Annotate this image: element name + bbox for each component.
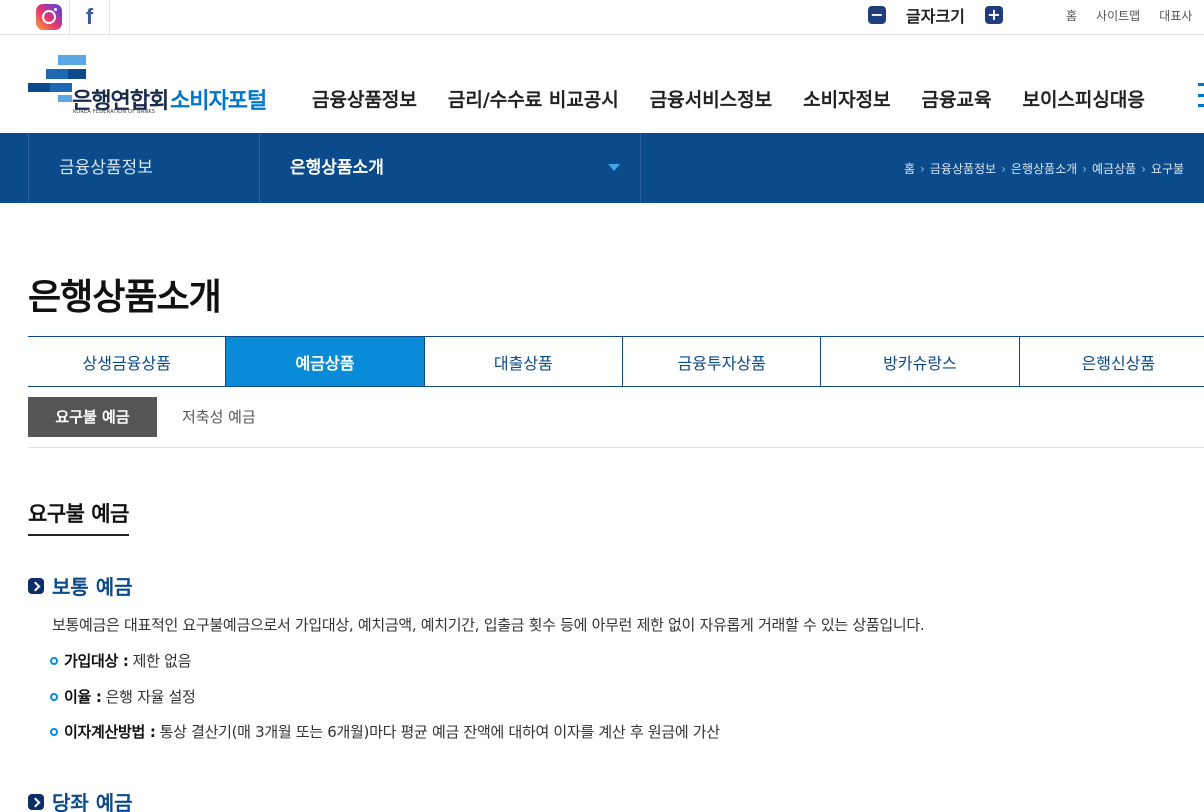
- deposit-subtabs: 요구불 예금 저축성 예금: [28, 397, 1204, 448]
- utility-links: 홈 사이트맵 대표사: [1066, 7, 1204, 24]
- tab-bancassurance[interactable]: 방카슈랑스: [821, 337, 1020, 386]
- font-decrease-button[interactable]: −: [868, 6, 886, 24]
- breadcrumb-item[interactable]: 홈: [904, 162, 915, 176]
- nav-item-financial-products[interactable]: 금융상품정보: [312, 85, 417, 112]
- facebook-link[interactable]: f: [70, 0, 110, 34]
- site-logo[interactable]: 은행연합회 KOREA FEDERATION OF BANKS 소비자포털: [28, 55, 278, 117]
- chevron-right-icon: ›: [1141, 162, 1146, 176]
- representative-link[interactable]: 대표사: [1159, 7, 1192, 24]
- detail-eligibility: 가입대상 : 제한 없음: [50, 650, 191, 671]
- ordinary-deposit-description: 보통예금은 대표적인 요구불예금으로서 가입대상, 예치금액, 예치기간, 입출…: [52, 616, 925, 634]
- main-navigation: 금융상품정보 금리/수수료 비교공시 금융서비스정보 소비자정보 금융교육 보이…: [312, 85, 1176, 112]
- depth1-menu[interactable]: 금융상품정보: [28, 133, 260, 203]
- circle-bullet-icon: [50, 727, 58, 736]
- all-menu-icon[interactable]: [1198, 83, 1204, 107]
- sns-links: f: [28, 0, 110, 34]
- chevron-right-icon: ›: [920, 162, 925, 176]
- section-title: 요구불 예금: [28, 498, 129, 536]
- chevron-bullet-icon: [28, 577, 44, 594]
- font-size-label: 글자크기: [906, 7, 965, 26]
- page-title: 은행상품소개: [28, 277, 222, 318]
- home-link[interactable]: 홈: [1066, 7, 1077, 24]
- facebook-icon: f: [85, 4, 94, 29]
- nav-item-financial-services[interactable]: 금융서비스정보: [650, 85, 772, 112]
- breadcrumb-item[interactable]: 금융상품정보: [930, 162, 996, 176]
- top-utility-bar: f − 글자크기 + 홈 사이트맵 대표사: [0, 0, 1204, 35]
- font-increase-button[interactable]: +: [984, 6, 1003, 24]
- heading-text: 보통 예금: [52, 575, 133, 599]
- detail-value: 은행 자율 설정: [105, 688, 196, 706]
- heading-checking-deposit: 당좌 예금: [28, 787, 133, 812]
- detail-interest-rate: 이율 : 은행 자율 설정: [50, 686, 196, 707]
- instagram-icon: [35, 4, 62, 30]
- detail-interest-calculation: 이자계산방법 : 통상 결산기(매 3개월 또는 6개월)마다 평균 예금 잔액…: [50, 721, 720, 742]
- depth2-menu[interactable]: 은행상품소개: [260, 133, 641, 203]
- subtab-demand-deposit[interactable]: 요구불 예금: [28, 397, 157, 437]
- circle-bullet-icon: [50, 656, 58, 665]
- breadcrumb-item[interactable]: 요구불: [1151, 162, 1184, 176]
- instagram-link[interactable]: [28, 0, 70, 34]
- tab-investment[interactable]: 금융투자상품: [623, 337, 822, 386]
- tab-new-products[interactable]: 은행신상품: [1020, 337, 1204, 386]
- product-tabs: 상생금융상품 예금상품 대출상품 금융투자상품 방카슈랑스 은행신상품: [28, 336, 1204, 387]
- site-header: 은행연합회 KOREA FEDERATION OF BANKS 소비자포털 금융…: [0, 35, 1204, 133]
- caret-down-icon: [608, 164, 620, 171]
- tab-win-win-finance[interactable]: 상생금융상품: [28, 337, 227, 386]
- sitemap-link[interactable]: 사이트맵: [1096, 7, 1140, 24]
- nav-item-rate-comparison[interactable]: 금리/수수료 비교공시: [448, 85, 619, 112]
- subtab-savings-deposit[interactable]: 저축성 예금: [182, 397, 256, 437]
- heading-ordinary-deposit: 보통 예금: [28, 571, 133, 600]
- breadcrumb: 홈 › 금융상품정보 › 은행상품소개 › 예금상품 › 요구불: [904, 160, 1184, 177]
- detail-value: 제한 없음: [132, 652, 192, 670]
- tab-deposit[interactable]: 예금상품: [226, 337, 425, 386]
- chevron-bullet-icon: [28, 793, 44, 810]
- nav-item-consumer-info[interactable]: 소비자정보: [803, 85, 890, 112]
- nav-item-voice-phishing[interactable]: 보이스피싱대응: [1022, 85, 1144, 112]
- nav-item-financial-education[interactable]: 금융교육: [922, 85, 992, 112]
- circle-bullet-icon: [50, 692, 58, 701]
- detail-label: 이자계산방법 :: [64, 723, 156, 741]
- font-size-control: − 글자크기 +: [868, 4, 1003, 26]
- chevron-right-icon: ›: [1082, 162, 1087, 176]
- location-bar: 금융상품정보 은행상품소개 홈 › 금융상품정보 › 은행상품소개 › 예금상품 › 요구불: [0, 133, 1204, 203]
- depth2-label: 은행상품소개: [290, 158, 384, 178]
- detail-value: 통상 결산기(매 3개월 또는 6개월)마다 평균 예금 잔액에 대하여 이자를…: [159, 723, 720, 741]
- heading-text: 당좌 예금: [52, 791, 133, 812]
- breadcrumb-item[interactable]: 은행상품소개: [1011, 162, 1077, 176]
- portal-name: 소비자포털: [170, 89, 267, 114]
- detail-label: 가입대상 :: [64, 652, 129, 670]
- breadcrumb-item[interactable]: 예금상품: [1092, 162, 1136, 176]
- chevron-right-icon: ›: [1001, 162, 1006, 176]
- brand-english-name: KOREA FEDERATION OF BANKS: [73, 109, 156, 115]
- tab-loan[interactable]: 대출상품: [425, 337, 623, 386]
- detail-label: 이율 :: [64, 688, 102, 706]
